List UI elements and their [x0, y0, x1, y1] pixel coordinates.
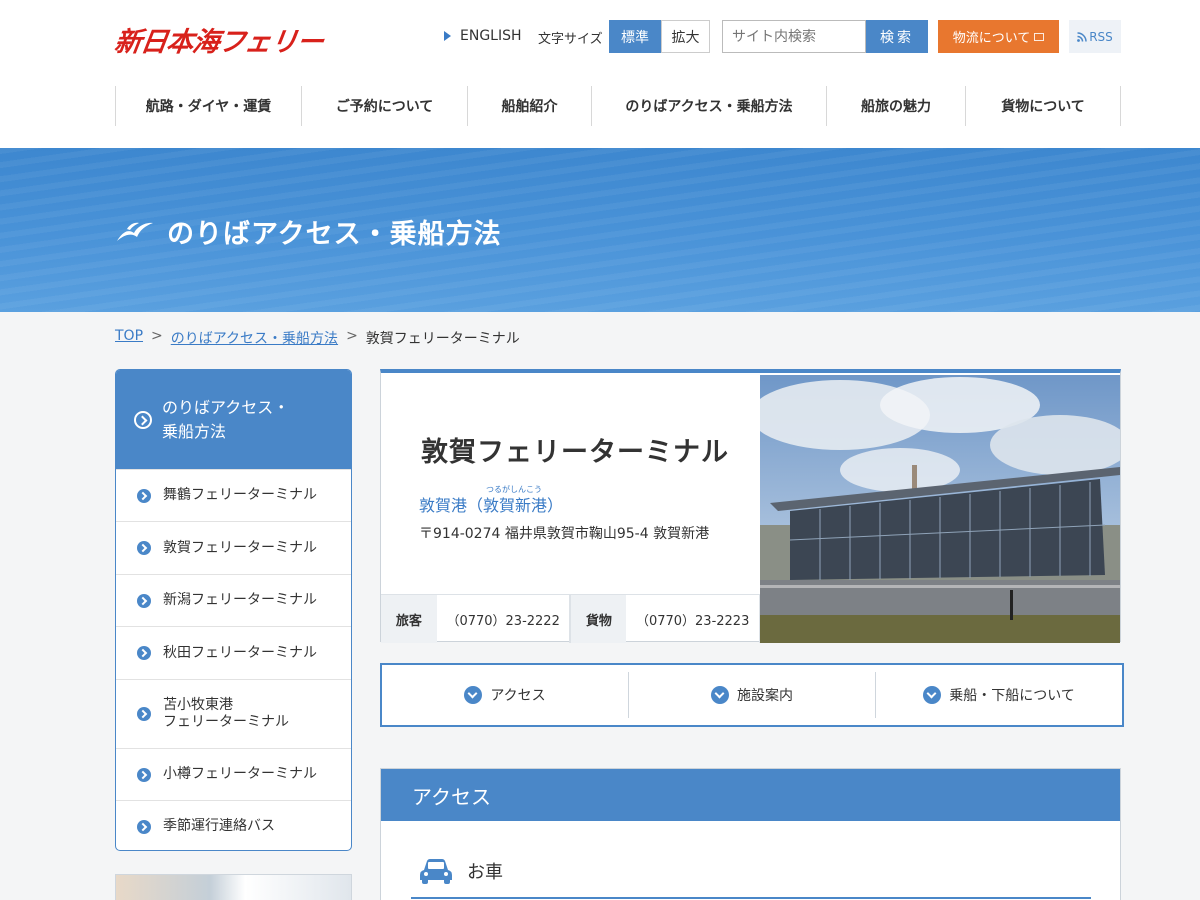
- global-nav: 航路・ダイヤ・運賃 ご予約について 船舶紹介 のりばアクセス・乗船方法 船旅の魅…: [115, 86, 1121, 126]
- chevron-right-circle-icon: [134, 410, 152, 429]
- gnav-item-reservation[interactable]: ご予約について: [301, 86, 467, 126]
- sidebar-item-seasonal-bus[interactable]: 季節運行連絡バス: [116, 800, 351, 850]
- gnav-item-routes[interactable]: 航路・ダイヤ・運賃: [115, 86, 301, 126]
- anchor-facilities[interactable]: 施設案内: [628, 672, 875, 718]
- font-size-large-button[interactable]: 拡大: [661, 20, 710, 53]
- font-size-label: 文字サイズ: [538, 32, 603, 47]
- chevron-down-icon: [464, 686, 483, 704]
- chevron-down-icon: [923, 686, 942, 704]
- site-search-input[interactable]: [722, 20, 866, 53]
- chevron-right-icon: [137, 646, 151, 660]
- cargo-phone-label: 貨物: [570, 595, 627, 643]
- terminal-building-photo: [760, 375, 1120, 643]
- chevron-right-icon: [137, 488, 151, 503]
- terminal-address: 〒914-0274 福井県敦賀市鞠山95-4 敦賀新港: [419, 526, 710, 542]
- access-section-heading: アクセス: [381, 769, 1120, 821]
- chevron-right-icon: [137, 593, 151, 608]
- english-label: ENGLISH: [460, 28, 522, 44]
- page-hero-banner: のりばアクセス・乗船方法: [0, 148, 1200, 312]
- page-title-text: のりばアクセス・乗船方法: [167, 219, 502, 250]
- gnav-item-voyage-charm[interactable]: 船旅の魅力: [826, 86, 965, 126]
- external-window-icon: [1034, 32, 1045, 41]
- sidebar-heading[interactable]: のりばアクセス・ 乗船方法: [116, 370, 351, 469]
- breadcrumb: TOP > のりばアクセス・乗船方法 > 敦賀フェリーターミナル: [115, 328, 520, 348]
- port-name: 敦賀港（敦賀新港）: [419, 496, 564, 515]
- passenger-phone-number[interactable]: （0770）23-2222: [437, 595, 571, 643]
- rss-button[interactable]: RSS: [1069, 20, 1121, 53]
- rss-label: RSS: [1089, 29, 1113, 44]
- sidebar-item-label: 小樽フェリーターミナル: [163, 766, 317, 782]
- anchor-access-label: アクセス: [490, 688, 546, 704]
- sidebar-item-label: 舞鶴フェリーターミナル: [163, 487, 317, 503]
- breadcrumb-current: 敦賀フェリーターミナル: [365, 331, 520, 347]
- breadcrumb-home-link[interactable]: TOP: [115, 328, 143, 348]
- sidebar-item-akita[interactable]: 秋田フェリーターミナル: [116, 626, 351, 679]
- breadcrumb-separator: >: [151, 328, 163, 344]
- sidebar-item-label: 敦賀フェリーターミナル: [163, 539, 317, 556]
- terminal-title: 敦賀フェリーターミナル: [421, 437, 729, 468]
- phone-row: 旅客 （0770）23-2222 貨物 （0770）23-2223: [381, 594, 760, 643]
- access-section: アクセス お車: [380, 768, 1121, 900]
- english-link[interactable]: ENGLISH: [444, 28, 522, 44]
- chevron-down-icon: [711, 686, 729, 704]
- sidebar-item-label: 新潟フェリーターミナル: [163, 592, 317, 608]
- sidebar-item-maizuru[interactable]: 舞鶴フェリーターミナル: [116, 469, 351, 521]
- seagull-icon: [117, 222, 153, 241]
- anchor-boarding-label: 乗船・下船について: [949, 688, 1075, 704]
- chevron-right-icon: [137, 707, 151, 721]
- car-subheading: お車: [419, 857, 503, 885]
- rss-icon: [1077, 31, 1087, 42]
- anchor-facilities-label: 施設案内: [737, 688, 793, 704]
- car-subheading-label: お車: [467, 862, 503, 883]
- sidebar-nav: のりばアクセス・ 乗船方法 舞鶴フェリーターミナル 敦賀フェリーターミナル 新潟…: [115, 369, 352, 851]
- chevron-right-icon: [137, 767, 151, 782]
- page-anchor-nav: アクセス 施設案内 乗船・下船について: [380, 663, 1124, 727]
- sidebar-item-label: 苫小牧東港 フェリーターミナル: [163, 697, 289, 730]
- gnav-item-access[interactable]: のりばアクセス・乗船方法: [591, 86, 826, 126]
- cargo-phone-number[interactable]: （0770）23-2223: [626, 595, 760, 643]
- sidebar-item-niigata[interactable]: 新潟フェリーターミナル: [116, 574, 351, 626]
- chevron-right-icon: [137, 819, 151, 834]
- terminal-info-card: 敦賀フェリーターミナル つるがしんこう 敦賀港（敦賀新港） 〒914-0274 …: [380, 369, 1121, 643]
- triangle-right-icon: [444, 31, 451, 41]
- sidebar-item-tomakomai[interactable]: 苫小牧東港 フェリーターミナル: [116, 679, 351, 748]
- anchor-boarding[interactable]: 乗船・下船について: [875, 672, 1122, 718]
- sidebar-banner-image[interactable]: [115, 874, 352, 900]
- passenger-phone-label: 旅客: [381, 595, 437, 643]
- chevron-right-icon: [137, 541, 151, 555]
- logistics-button-label: 物流について: [952, 31, 1031, 46]
- sidebar-item-label: 季節運行連絡バス: [163, 818, 275, 834]
- font-size-standard-button[interactable]: 標準: [609, 20, 661, 53]
- car-icon: [420, 859, 452, 884]
- site-header: 新日本海フェリー ENGLISH 文字サイズ 標準 拡大 検索 物流について R…: [0, 0, 1200, 148]
- sidebar-item-otaru[interactable]: 小樽フェリーターミナル: [116, 748, 351, 800]
- gnav-item-cargo[interactable]: 貨物について: [965, 86, 1121, 126]
- sidebar-heading-label: のりばアクセス・ 乗船方法: [162, 397, 290, 441]
- search-button[interactable]: 検索: [866, 20, 928, 53]
- gnav-item-ships[interactable]: 船舶紹介: [467, 86, 591, 126]
- anchor-access[interactable]: アクセス: [382, 672, 628, 718]
- page-title: のりばアクセス・乗船方法: [115, 212, 502, 251]
- sidebar-item-label: 秋田フェリーターミナル: [163, 644, 317, 661]
- site-logo[interactable]: 新日本海フェリー: [112, 20, 325, 59]
- logistics-button[interactable]: 物流について: [938, 20, 1059, 53]
- breadcrumb-section-link[interactable]: のりばアクセス・乗船方法: [171, 328, 338, 348]
- sidebar-item-tsuruga[interactable]: 敦賀フェリーターミナル: [116, 521, 351, 574]
- breadcrumb-separator: >: [346, 328, 358, 344]
- subheading-divider: [411, 897, 1091, 899]
